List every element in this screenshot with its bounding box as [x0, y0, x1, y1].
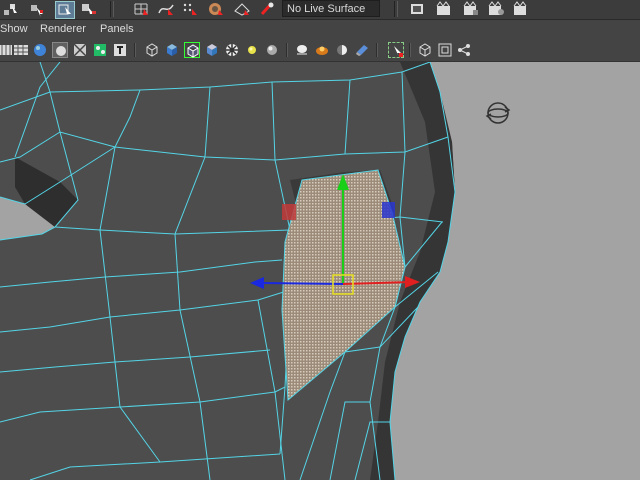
snap-curve-icon[interactable]: [157, 1, 175, 17]
select-component-icon[interactable]: [55, 1, 75, 19]
snap-point-icon[interactable]: [181, 1, 199, 17]
separator: [110, 1, 114, 17]
maya-viewport-window: No Live Surface Show Renderer Panels: [0, 0, 640, 480]
make-live-icon[interactable]: [258, 1, 276, 17]
snap-plane-icon[interactable]: [207, 1, 225, 17]
shadows-icon[interactable]: [264, 42, 280, 58]
snap-grid-icon[interactable]: [132, 1, 150, 17]
high-quality-icon[interactable]: [294, 42, 310, 58]
smooth-shaded-cube-icon[interactable]: [164, 42, 180, 58]
bookmarks-icon[interactable]: [437, 42, 453, 58]
viewport-canvas[interactable]: [0, 62, 640, 480]
camera-attributes-icon[interactable]: [417, 42, 433, 58]
separator: [286, 43, 288, 57]
motion-blur-icon[interactable]: [334, 42, 350, 58]
3d-viewport[interactable]: [0, 62, 640, 480]
menu-show[interactable]: Show: [0, 23, 28, 35]
text-label-icon[interactable]: [112, 42, 128, 58]
panel-toolbar: [0, 40, 640, 62]
separator: [409, 43, 411, 57]
select-by-component-type-icon[interactable]: [80, 1, 98, 17]
status-line: No Live Surface: [0, 0, 640, 20]
separator: [134, 43, 136, 57]
select-object-icon[interactable]: [28, 1, 46, 17]
manipulator-xz-plane-handle[interactable]: [282, 204, 296, 220]
camera-tumble-icon: [485, 102, 511, 124]
render-frame-icon[interactable]: [408, 1, 426, 17]
wireframe-cube-icon[interactable]: [144, 42, 160, 58]
checker-icon[interactable]: [224, 42, 240, 58]
menu-panels[interactable]: Panels: [100, 23, 134, 35]
wireframe-sphere-icon[interactable]: [32, 42, 48, 58]
manipulator-yz-plane-handle[interactable]: [382, 202, 395, 218]
textured-icon[interactable]: [92, 42, 108, 58]
hypershade-window-icon[interactable]: [512, 1, 530, 17]
select-camera-icon[interactable]: [388, 42, 404, 58]
panel-menu-bar: Show Renderer Panels: [0, 20, 640, 40]
live-surface-field[interactable]: No Live Surface: [282, 0, 380, 17]
manipulator-z-axis[interactable]: [261, 282, 344, 285]
grid-display-icon[interactable]: [0, 42, 14, 58]
render-settings-icon[interactable]: [462, 1, 480, 17]
menu-renderer[interactable]: Renderer: [40, 23, 86, 35]
lights-icon[interactable]: [244, 42, 260, 58]
wireframe-on-shaded-icon[interactable]: [184, 42, 200, 58]
separator: [376, 43, 378, 57]
separator: [394, 1, 398, 17]
ipr-render-icon[interactable]: [435, 1, 453, 17]
smooth-shade-icon[interactable]: [52, 42, 68, 58]
hypershade-icon[interactable]: [487, 1, 505, 17]
snap-surface-icon[interactable]: [233, 1, 251, 17]
isolate-select-icon[interactable]: [204, 42, 220, 58]
image-plane-icon[interactable]: [456, 42, 472, 58]
select-hierarchy-icon[interactable]: [2, 1, 20, 17]
ambient-occlusion-icon[interactable]: [314, 42, 330, 58]
xray-icon[interactable]: [72, 42, 88, 58]
multisample-icon[interactable]: [354, 42, 370, 58]
film-gate-icon[interactable]: [13, 42, 29, 58]
